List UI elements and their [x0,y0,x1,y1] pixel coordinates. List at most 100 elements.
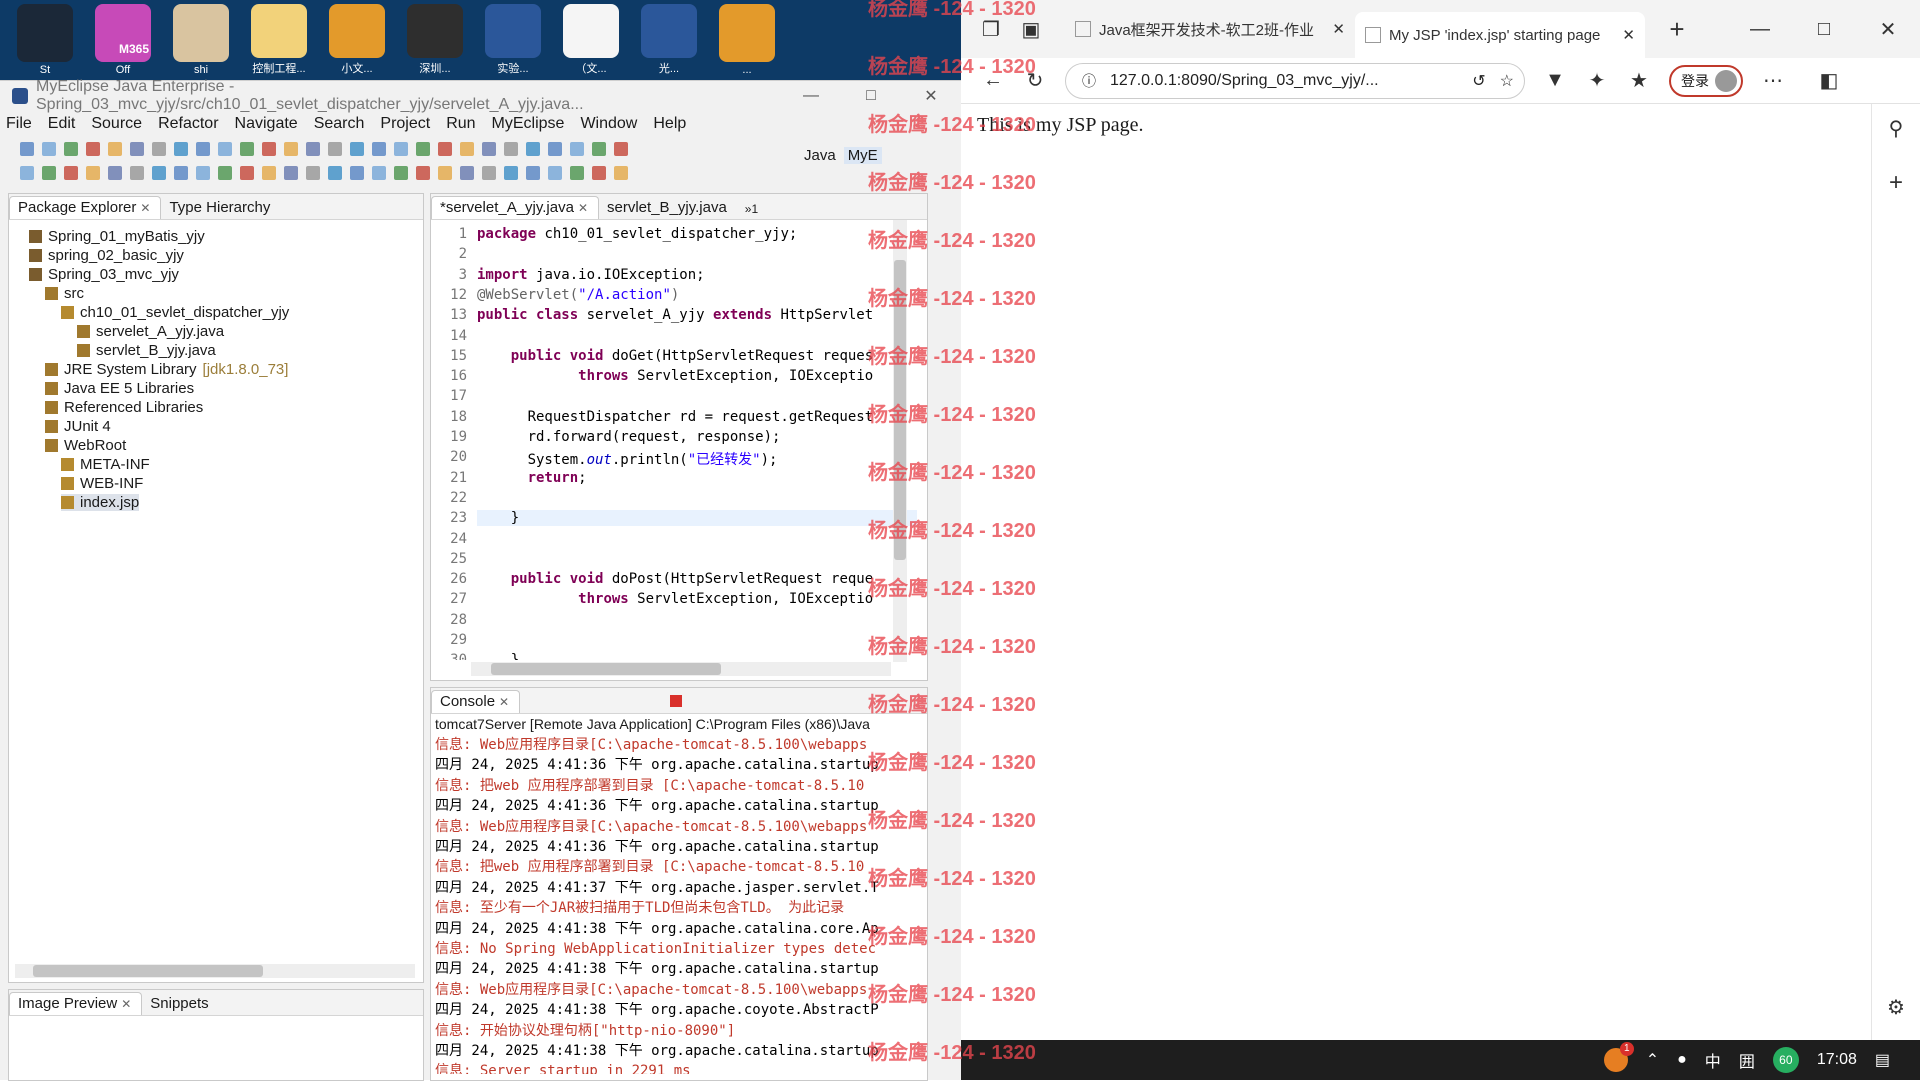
clock[interactable]: 17:08 [1817,1051,1857,1069]
notification-icon[interactable]: ▤ [1875,1050,1890,1070]
toolbar-button-icon[interactable] [416,166,430,180]
pdf-doc-icon[interactable]: 控制工程... [246,4,312,76]
toolbar-button-icon[interactable] [240,166,254,180]
add-icon[interactable]: + [1884,169,1908,197]
tree-item[interactable]: Java EE 5 Libraries [45,380,194,397]
toolbar-button-icon[interactable] [394,142,408,156]
tree-item[interactable]: servelet_A_yjy.java [77,323,224,340]
toolbar-button-icon[interactable] [218,166,232,180]
toolbar-button-icon[interactable] [174,142,188,156]
toolbar-button-icon[interactable] [20,166,34,180]
toolbar-button-icon[interactable] [218,142,232,156]
toolbar-button-icon[interactable] [526,142,540,156]
tree-item[interactable]: JUnit 4 [45,418,111,435]
blank-doc-icon[interactable]: （文... [558,4,624,76]
toolbar-button-icon[interactable] [460,166,474,180]
toolbar-button-icon[interactable] [196,142,210,156]
close-icon[interactable]: ✕ [140,201,150,215]
login-button[interactable]: 登录 [1669,64,1743,97]
maximize-icon[interactable]: □ [1812,18,1836,41]
menu-source[interactable]: Source [91,115,142,133]
menu-project[interactable]: Project [380,115,430,133]
toolbar-button-icon[interactable] [328,142,342,156]
menu-run[interactable]: Run [446,115,475,133]
chevron-up-icon[interactable]: ⌃ [1646,1050,1659,1070]
browser-tab-jsp[interactable]: My JSP 'index.jsp' starting page ✕ [1355,12,1645,58]
refresh-icon[interactable]: ↻ [1023,68,1047,93]
tab-console[interactable]: Console ✕ [431,690,521,713]
m365-icon[interactable]: M365 Off [90,4,156,76]
toolbar-button-icon[interactable] [504,142,518,156]
address-bar[interactable]: ⓘ 127.0.0.1:8090/Spring_03_mvc_yjy/... ↺… [1065,62,1525,99]
toolbar-button-icon[interactable] [592,166,606,180]
code-area[interactable]: 1 package ch10_01_sevlet_dispatcher_yjy; 2… [431,220,921,660]
toolbar-button-icon[interactable] [394,166,408,180]
code-line[interactable]: System.out.println("已经转发"); [477,449,778,469]
code-line[interactable]: } [477,510,917,527]
menu-refactor[interactable]: Refactor [158,115,218,133]
close-icon[interactable]: ✕ [499,695,509,709]
tray-app-icon[interactable]: ● [1677,1051,1687,1069]
code-line[interactable]: throws ServletException, IOExceptio [477,368,873,384]
close-icon[interactable]: ✕ [1622,26,1635,44]
toolbar-button-icon[interactable] [64,166,78,180]
close-icon[interactable]: ✕ [1332,20,1345,38]
read-aloud-icon[interactable]: ↺ [1472,71,1485,91]
tree-item[interactable]: Referenced Libraries [45,399,203,416]
toolbar-button-icon[interactable] [592,142,606,156]
toolbar-button-icon[interactable] [284,142,298,156]
toolbar-button-icon[interactable] [482,142,496,156]
tree-item[interactable]: Spring_03_mvc_yjy [29,266,179,283]
close-icon[interactable]: ✕ [121,997,131,1011]
code-line[interactable]: return; [477,470,587,486]
tab-type-hierarchy[interactable]: Type Hierarchy [161,197,280,219]
code-line[interactable]: public void doPost(HttpServletRequest re… [477,571,873,587]
menu-search[interactable]: Search [314,115,365,133]
tab-servelet-a[interactable]: *servelet_A_yjy.java ✕ [431,196,600,219]
toolbar-button-icon[interactable] [570,142,584,156]
toolbar-button-icon[interactable] [548,166,562,180]
toolbar-button-icon[interactable] [350,166,364,180]
menu-help[interactable]: Help [653,115,686,133]
terminate-icon[interactable] [670,694,683,707]
toolbar-button-icon[interactable] [284,166,298,180]
code-line[interactable]: rd.forward(request, response); [477,429,781,445]
tree-item[interactable]: spring_02_basic_yjy [29,247,184,264]
security-badge[interactable]: 60 [1772,1047,1799,1073]
minimize-button[interactable]: — [781,87,841,105]
tree-item[interactable]: JRE System Library [jdk1.8.0_73] [45,361,288,378]
more-menu-icon[interactable]: ⋯ [1761,68,1785,93]
favorites-icon[interactable]: ★ [1627,68,1651,93]
toolbar-button-icon[interactable] [196,166,210,180]
toolbar-button-icon[interactable] [372,166,386,180]
search-icon[interactable]: ⚲ [1884,116,1908,141]
menu-window[interactable]: Window [580,115,637,133]
code-line[interactable]: public void doGet(HttpServletRequest req… [477,348,873,364]
maximize-button[interactable]: □ [841,87,901,105]
perspective-java[interactable]: Java [804,147,836,164]
tab-actions-icon[interactable]: ❐ [979,17,1003,42]
person-photo-icon[interactable]: shi [168,4,234,76]
toolbar-button-icon[interactable] [614,142,628,156]
toolbar-button-icon[interactable] [482,166,496,180]
toolbar-button-icon[interactable] [328,166,342,180]
toolbar-button-icon[interactable] [152,166,166,180]
toolbar-button-icon[interactable] [174,166,188,180]
toolbar-button-icon[interactable] [548,142,562,156]
code-line[interactable]: @WebServlet("/A.action") [477,287,679,303]
menu-edit[interactable]: Edit [48,115,76,133]
word-icon-2[interactable]: 光... [636,4,702,76]
perspective-myeclipse[interactable]: MyE [843,147,882,164]
toolbar-button-icon[interactable] [108,166,122,180]
browser-tab-java-course[interactable]: Java框架开发技术-软工2班-作业 ✕ [1065,9,1355,49]
notification-app-icon[interactable]: 1 [1603,1042,1634,1072]
toolbar-button-icon[interactable] [416,142,430,156]
toolbar-button-icon[interactable] [262,142,276,156]
tab-snippets[interactable]: Snippets [142,993,218,1015]
toolbar-button-icon[interactable] [438,142,452,156]
archive-folder-icon-2[interactable]: ... [714,4,780,76]
book-icon[interactable]: 深圳... [402,4,468,76]
horizontal-scrollbar[interactable] [471,662,891,676]
tree-item[interactable]: index.jsp [61,494,140,511]
horizontal-scrollbar[interactable] [15,964,415,978]
